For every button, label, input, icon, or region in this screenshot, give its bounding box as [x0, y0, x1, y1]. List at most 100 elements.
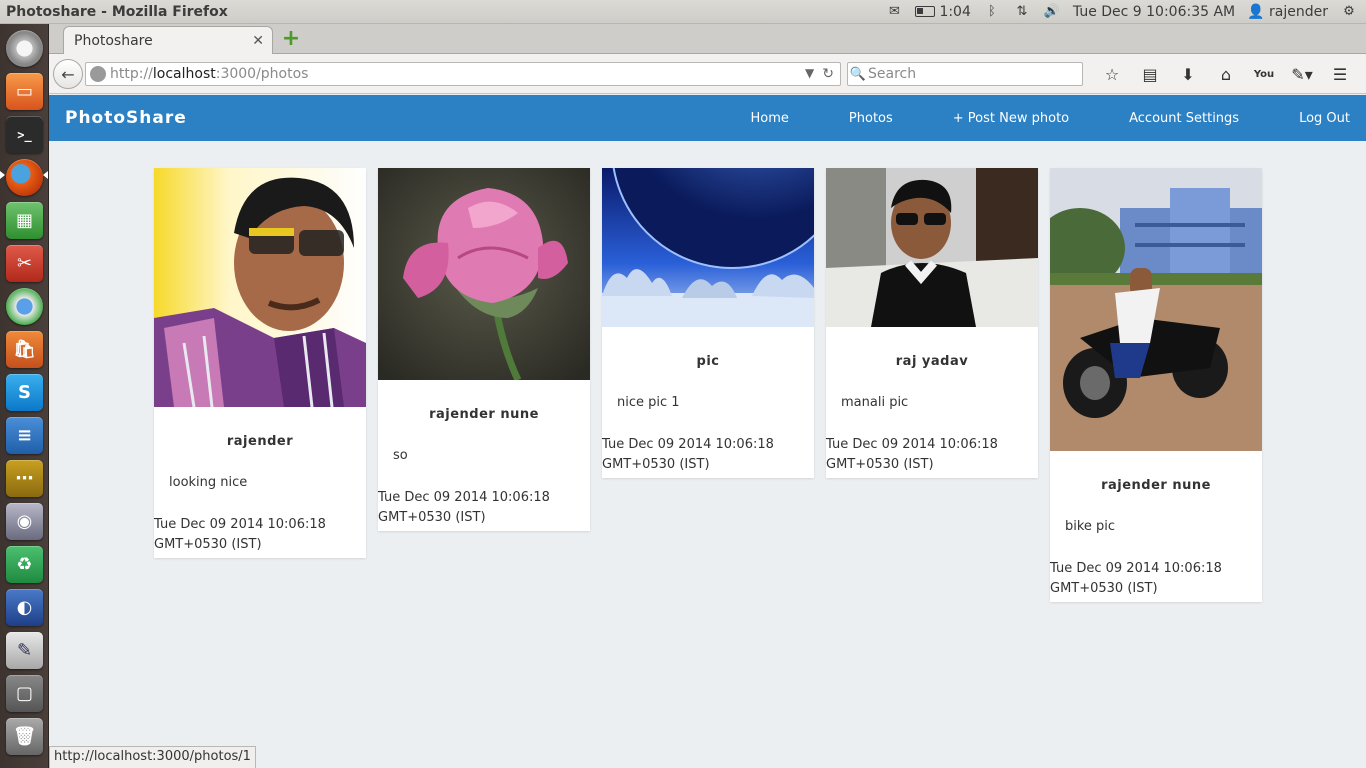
- arrow-left-icon: ←: [61, 64, 75, 84]
- photo-title: raj yadav: [895, 354, 969, 369]
- os-top-panel: Photoshare - Mozilla Firefox ✉ 1:04 ᛒ ⇅ …: [0, 0, 1366, 24]
- new-tab-icon[interactable]: +: [281, 28, 301, 50]
- nav-photos-link[interactable]: Photos: [849, 111, 893, 126]
- tools-icon[interactable]: ✂: [6, 245, 43, 282]
- app-navbar: PhotoShare Home Photos + Post New photo …: [49, 95, 1366, 141]
- drawing-icon[interactable]: ✎: [6, 632, 43, 669]
- nav-home-link[interactable]: Home: [751, 111, 789, 126]
- active-indicator-icon: [43, 171, 48, 179]
- photo-card[interactable]: rajender nune so Tue Dec 09 2014 10:06:1…: [378, 168, 590, 531]
- writer-icon[interactable]: ≡: [6, 417, 43, 454]
- photo-date-line2: GMT+0530 (IST): [1050, 581, 1158, 596]
- photo-date: Tue Dec 09 2014 10:06:18 GMT+0530 (IST): [378, 488, 590, 528]
- photo-caption: bike pic: [1065, 519, 1116, 534]
- battery-icon: [915, 6, 936, 17]
- photo-date-line1: Tue Dec 09 2014 10:06:18: [602, 437, 774, 452]
- photo-image[interactable]: [1050, 168, 1262, 451]
- photo-caption: manali pic: [841, 395, 909, 410]
- firefox-icon[interactable]: [6, 159, 43, 196]
- photo-date: Tue Dec 09 2014 10:06:18 GMT+0530 (IST): [826, 435, 1038, 475]
- search-placeholder: Search: [868, 66, 917, 82]
- battery-indicator[interactable]: 1:04: [915, 3, 971, 20]
- running-indicator-icon: [0, 171, 5, 179]
- status-bar-url: http://localhost:3000/photos/1: [49, 746, 256, 768]
- user-menu[interactable]: 👤 rajender: [1247, 4, 1328, 20]
- photo-image[interactable]: [826, 168, 1038, 327]
- network-icon[interactable]: ⇅: [1013, 4, 1031, 19]
- back-button[interactable]: ←: [53, 59, 83, 89]
- photo-date-line1: Tue Dec 09 2014 10:06:18: [154, 517, 326, 532]
- terminal-icon[interactable]: >_: [6, 116, 43, 153]
- photo-image[interactable]: [602, 168, 814, 327]
- photo-title: rajender: [226, 434, 294, 449]
- workspace-switcher-icon[interactable]: ▢: [6, 675, 43, 712]
- battery-time: 1:04: [939, 3, 971, 20]
- workspace-icon[interactable]: ⋯: [6, 460, 43, 497]
- brand-logo[interactable]: PhotoShare: [49, 108, 187, 128]
- page-content: PhotoShare Home Photos + Post New photo …: [49, 95, 1366, 768]
- photo-caption: so: [393, 448, 408, 463]
- dropdown-arrow-icon[interactable]: ▼: [805, 66, 814, 82]
- nav-post-new-photo-link[interactable]: + Post New photo: [953, 111, 1069, 126]
- software-center-icon[interactable]: 🛍: [6, 331, 43, 368]
- chrome-icon[interactable]: [6, 288, 43, 325]
- url-scheme: http://: [110, 66, 153, 82]
- home-icon[interactable]: ⌂: [1207, 62, 1245, 86]
- download-icon[interactable]: ⬇: [1169, 62, 1207, 86]
- photo-card[interactable]: raj yadav manali pic Tue Dec 09 2014 10:…: [826, 168, 1038, 478]
- photo-date-line2: GMT+0530 (IST): [154, 537, 262, 552]
- tab-title: Photoshare: [74, 33, 153, 49]
- volume-icon[interactable]: 🔊: [1043, 4, 1061, 19]
- clock[interactable]: Tue Dec 9 10:06:35 AM: [1073, 4, 1235, 20]
- bluetooth-icon[interactable]: ᛒ: [983, 4, 1001, 19]
- url-bar[interactable]: http://localhost:3000/photos ▼ ↻: [85, 62, 841, 86]
- skype-icon[interactable]: S: [6, 374, 43, 411]
- photo-caption: nice pic 1: [617, 395, 680, 410]
- fish-icon[interactable]: ◐: [6, 589, 43, 626]
- mail-icon[interactable]: ✉: [885, 4, 903, 19]
- spreadsheet-icon[interactable]: ▦: [6, 202, 43, 239]
- photo-date: Tue Dec 09 2014 10:06:18 GMT+0530 (IST): [1050, 559, 1262, 599]
- globe-icon: [90, 66, 106, 82]
- photo-date-line2: GMT+0530 (IST): [602, 457, 710, 472]
- search-input[interactable]: 🔍 Search: [847, 62, 1083, 86]
- search-icon: 🔍: [849, 66, 867, 82]
- photo-caption: looking nice: [169, 475, 248, 490]
- reading-list-icon[interactable]: ▤: [1131, 62, 1169, 86]
- photo-image[interactable]: [378, 168, 590, 380]
- reload-icon[interactable]: ↻: [822, 66, 834, 82]
- dash-home-icon[interactable]: [6, 30, 43, 67]
- tab-bar: Photoshare ✕ +: [49, 24, 1366, 55]
- bookmark-star-icon[interactable]: ☆: [1093, 62, 1131, 86]
- photo-date-line2: GMT+0530 (IST): [826, 457, 934, 472]
- nav-account-settings-link[interactable]: Account Settings: [1129, 111, 1239, 126]
- window-title: Photoshare - Mozilla Firefox: [6, 3, 228, 20]
- photo-image[interactable]: [154, 168, 366, 407]
- launcher: ▭ >_ ▦ ✂ 🛍 S ≡ ⋯ ◉ ♻ ◐ ✎ ▢ 🗑: [0, 24, 49, 768]
- url-rest: :3000/photos: [215, 66, 309, 82]
- menu-icon[interactable]: ☰: [1321, 62, 1359, 86]
- photo-card[interactable]: pic nice pic 1 Tue Dec 09 2014 10:06:18 …: [602, 168, 814, 478]
- photo-title: pic: [696, 354, 720, 369]
- recycle-icon[interactable]: ♻: [6, 546, 43, 583]
- youtube-icon[interactable]: You: [1245, 62, 1283, 86]
- trash-icon[interactable]: 🗑: [6, 718, 43, 755]
- photo-title: rajender nune: [1101, 478, 1211, 493]
- nav-links: Home Photos + Post New photo Account Set…: [691, 111, 1366, 126]
- gear-icon[interactable]: ⚙: [1340, 4, 1358, 19]
- photo-date-line1: Tue Dec 09 2014 10:06:18: [1050, 561, 1222, 576]
- webcam-icon[interactable]: ◉: [6, 503, 43, 540]
- user-icon: 👤: [1247, 3, 1265, 20]
- developer-tools-icon[interactable]: ✎▾: [1283, 62, 1321, 86]
- tab-photoshare[interactable]: Photoshare ✕: [63, 26, 273, 55]
- user-name: rajender: [1269, 3, 1328, 20]
- url-host: localhost: [152, 66, 216, 82]
- photo-card[interactable]: rajender looking nice Tue Dec 09 2014 10…: [154, 168, 366, 558]
- files-icon[interactable]: ▭: [6, 73, 43, 110]
- photo-date: Tue Dec 09 2014 10:06:18 GMT+0530 (IST): [602, 435, 814, 475]
- photo-date-line1: Tue Dec 09 2014 10:06:18: [378, 490, 550, 505]
- photo-card[interactable]: rajender nune bike pic Tue Dec 09 2014 1…: [1050, 168, 1262, 602]
- close-icon[interactable]: ✕: [252, 33, 264, 49]
- firefox-window: Photoshare ✕ + ← http://localhost:3000/p…: [49, 24, 1366, 768]
- nav-log-out-link[interactable]: Log Out: [1299, 111, 1350, 126]
